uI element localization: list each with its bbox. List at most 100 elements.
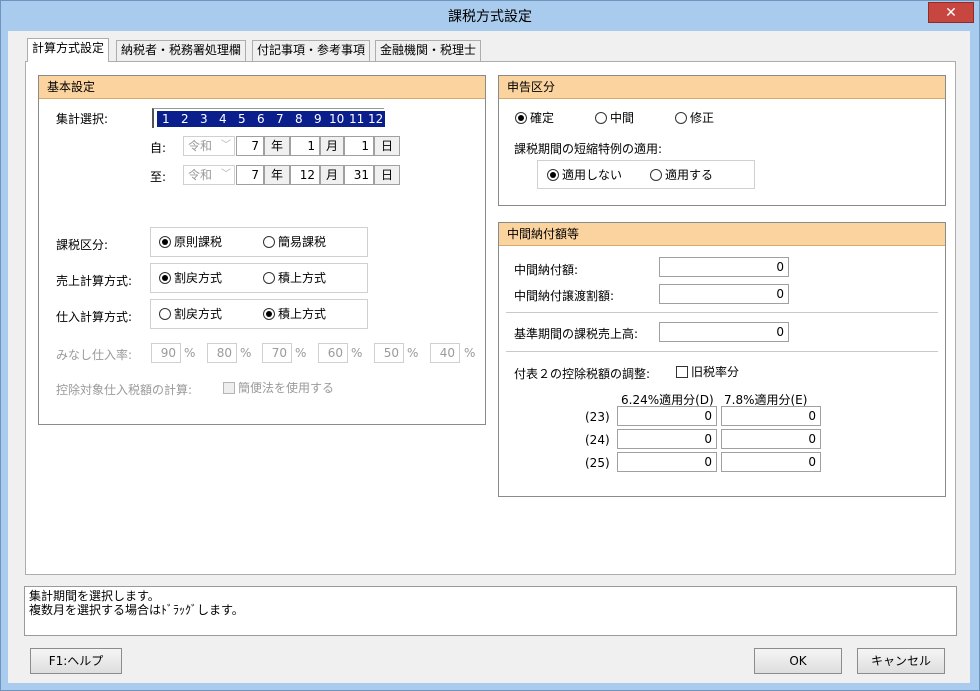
- radio-icon: [675, 112, 687, 124]
- radio-icon: [159, 272, 171, 284]
- joto-input[interactable]: 0: [659, 284, 789, 304]
- radio-icon: [263, 272, 275, 284]
- to-era-value: 令和: [188, 168, 213, 182]
- month-1[interactable]: 1: [162, 111, 170, 127]
- row-24-e-input[interactable]: 0: [721, 429, 821, 449]
- from-era-select[interactable]: 令和 ﹀: [183, 136, 235, 156]
- to-day-input[interactable]: 31: [344, 165, 374, 185]
- row-23-e-input[interactable]: 0: [721, 406, 821, 426]
- minashi-rate-4-input[interactable]: 60: [318, 343, 348, 363]
- shinkoku-shusei-radio[interactable]: 修正: [675, 111, 714, 125]
- month-3[interactable]: 3: [200, 111, 208, 127]
- minashi-rate-3-input[interactable]: 70: [262, 343, 292, 363]
- minashi-rate-5-input[interactable]: 50: [374, 343, 404, 363]
- uriage-label: 売上計算方式:: [56, 274, 133, 288]
- status-line-1: 集計期間を選択します。: [29, 589, 160, 603]
- tab-calc-method[interactable]: 計算方式設定: [27, 38, 110, 62]
- nofu-input[interactable]: 0: [659, 257, 789, 277]
- radio-icon: [595, 112, 607, 124]
- shinkoku-kakutei-label: 確定: [530, 111, 555, 125]
- minashi-rate-2-input[interactable]: 80: [207, 343, 237, 363]
- divider: [506, 312, 938, 313]
- month-4[interactable]: 4: [219, 111, 227, 127]
- kazei-label: 課税区分:: [56, 238, 109, 252]
- month-5[interactable]: 5: [238, 111, 246, 127]
- uriage-tsumiage-radio[interactable]: 積上方式: [263, 271, 326, 285]
- kijun-input[interactable]: 0: [659, 322, 789, 342]
- nofu-label: 中間納付額:: [514, 263, 579, 277]
- status-line-2: 複数月を選択する場合はﾄﾞﾗｯｸﾞします。: [29, 603, 244, 617]
- month-2[interactable]: 2: [181, 111, 189, 127]
- row-23-d-input[interactable]: 0: [617, 406, 717, 426]
- checkbox-icon: [223, 382, 235, 394]
- chevron-down-icon: ﹀: [221, 169, 231, 180]
- radio-icon: [159, 236, 171, 248]
- shiire-warimodoshi-radio[interactable]: 割戻方式: [159, 307, 222, 321]
- month-7[interactable]: 7: [276, 111, 284, 127]
- to-month-unit: 月: [320, 165, 344, 185]
- uriage-warimodoshi-radio[interactable]: 割戻方式: [159, 271, 222, 285]
- status-message-box: 集計期間を選択します。 複数月を選択する場合はﾄﾞﾗｯｸﾞします。: [24, 586, 957, 636]
- shinkoku-shusei-label: 修正: [690, 111, 715, 125]
- kazei-kanni-label: 簡易課税: [278, 235, 327, 249]
- month-selector[interactable]: 1 2 3 4 5 6 7 8 9 10 11 12: [152, 108, 385, 128]
- shinkoku-chukan-radio[interactable]: 中間: [595, 111, 634, 125]
- to-year-unit: 年: [264, 165, 290, 185]
- kojo-label: 控除対象仕入税額の計算:: [56, 383, 193, 397]
- shukei-label: 集計選択:: [56, 112, 109, 126]
- tanshuku-yes-radio[interactable]: 適用する: [650, 168, 713, 182]
- tab-notes[interactable]: 付記事項・参考事項: [252, 40, 371, 61]
- tab-bank[interactable]: 金融機関・税理士: [375, 40, 482, 61]
- group-title: 申告区分: [499, 76, 945, 99]
- row-24-d-input[interactable]: 0: [617, 429, 717, 449]
- kanben-checkbox[interactable]: 簡便法を使用する: [223, 381, 334, 395]
- shiire-tsumiage-radio[interactable]: 積上方式: [263, 307, 326, 321]
- tanshuku-no-radio[interactable]: 適用しない: [547, 168, 622, 182]
- help-button[interactable]: F1:ヘルプ: [30, 648, 122, 674]
- to-label: 至:: [150, 170, 167, 184]
- month-10[interactable]: 10: [329, 111, 344, 127]
- title-bar[interactable]: 課税方式設定 ✕: [1, 1, 979, 33]
- group-title: 中間納付額等: [499, 223, 945, 246]
- kazei-kanni-radio[interactable]: 簡易課税: [263, 235, 326, 249]
- from-year-input[interactable]: 7: [236, 136, 264, 156]
- to-year-input[interactable]: 7: [236, 165, 264, 185]
- ok-button[interactable]: OK: [754, 648, 842, 674]
- joto-label: 中間納付譲渡割額:: [514, 289, 615, 303]
- month-6[interactable]: 6: [257, 111, 265, 127]
- tab-taxpayer[interactable]: 納税者・税務署処理欄: [116, 40, 247, 61]
- shiire-warimodoshi-label: 割戻方式: [174, 307, 223, 321]
- close-button[interactable]: ✕: [928, 2, 974, 23]
- shinkoku-kakutei-radio[interactable]: 確定: [515, 111, 554, 125]
- to-month-input[interactable]: 12: [290, 165, 320, 185]
- row-25-e-input[interactable]: 0: [721, 452, 821, 472]
- tanshuku-no-label: 適用しない: [562, 168, 623, 182]
- month-12[interactable]: 12: [368, 111, 383, 127]
- shinkoku-chukan-label: 中間: [610, 111, 635, 125]
- row-23-label: (23): [585, 410, 610, 424]
- month-11[interactable]: 11: [349, 111, 364, 127]
- radio-icon: [547, 169, 559, 181]
- to-day-unit: 日: [374, 165, 400, 185]
- uriage-warimodoshi-label: 割戻方式: [174, 271, 223, 285]
- row-25-d-input[interactable]: 0: [617, 452, 717, 472]
- to-era-select[interactable]: 令和 ﹀: [183, 165, 235, 185]
- minashi-label: みなし仕入率:: [56, 348, 133, 362]
- kijun-label: 基準期間の課税売上高:: [514, 327, 639, 341]
- from-month-unit: 月: [320, 136, 344, 156]
- month-9[interactable]: 9: [314, 111, 322, 127]
- percent-label: %: [464, 346, 476, 360]
- percent-label: %: [351, 346, 363, 360]
- kyu-zeiritsu-checkbox[interactable]: 旧税率分: [676, 365, 739, 379]
- radio-icon: [263, 308, 275, 320]
- minashi-rate-1-input[interactable]: 90: [151, 343, 181, 363]
- from-year-unit: 年: [264, 136, 290, 156]
- radio-icon: [650, 169, 662, 181]
- cancel-button[interactable]: キャンセル: [857, 648, 945, 674]
- month-8[interactable]: 8: [295, 111, 303, 127]
- from-month-input[interactable]: 1: [290, 136, 320, 156]
- from-day-input[interactable]: 1: [344, 136, 374, 156]
- kazei-gensoku-radio[interactable]: 原則課税: [159, 235, 222, 249]
- tanshuku-yes-label: 適用する: [665, 168, 714, 182]
- minashi-rate-6-input[interactable]: 40: [430, 343, 460, 363]
